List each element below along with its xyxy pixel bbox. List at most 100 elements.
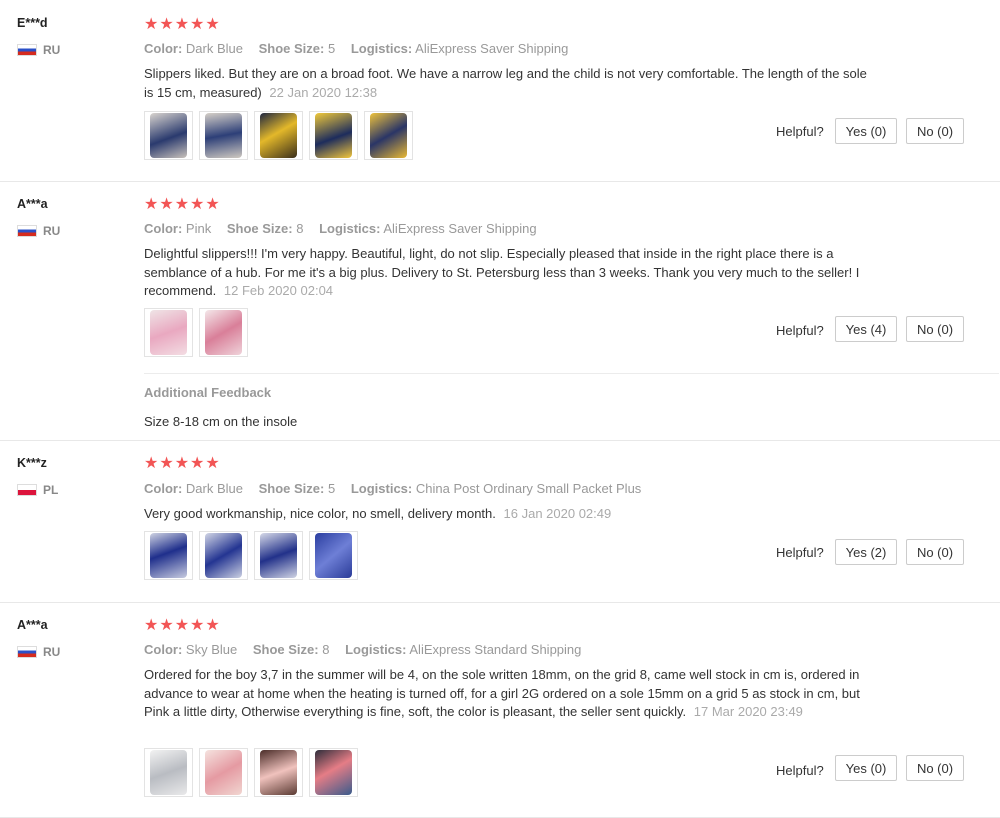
flag-ru-icon [17,225,37,237]
order-attributes: Color: Dark Blue Shoe Size: 5 Logistics:… [144,481,641,496]
star-icon: ★ [159,455,174,472]
review-photo[interactable] [199,308,248,357]
star-icon: ★ [205,16,220,33]
logistics-value: AliExpress Saver Shipping [415,41,569,56]
review-photos [144,748,358,797]
review-item: K***z PL ★ ★ ★ ★ ★ Color: Dark Blue Shoe… [0,441,1000,603]
color-value: Sky Blue [185,642,238,657]
order-attributes: Color: Pink Shoe Size: 8 Logistics: AliE… [144,221,537,236]
review-body: Very good workmanship, nice color, no sm… [144,506,496,521]
shoe-size-label: Shoe Size: [258,41,325,56]
review-photos [144,531,358,580]
logistics-label: Logistics: [345,642,407,657]
helpful-label: Helpful? [776,763,824,778]
review-photo[interactable] [309,748,358,797]
color-value: Dark Blue [185,481,243,496]
helpful-label: Helpful? [776,545,824,560]
star-rating: ★ ★ ★ ★ ★ [144,618,220,634]
review-date: 12 Feb 2020 02:04 [223,283,334,298]
helpful-yes-button[interactable]: Yes (0) [835,755,897,781]
review-photo[interactable] [144,111,193,160]
review-photo[interactable] [199,748,248,797]
color-value: Pink [185,221,212,236]
star-icon: ★ [144,617,159,634]
helpful-yes-button[interactable]: Yes (2) [835,539,897,565]
star-icon: ★ [159,196,174,213]
star-icon: ★ [174,455,190,472]
flag-ru-icon [17,44,37,56]
star-icon: ★ [174,16,190,33]
review-photo[interactable] [254,748,303,797]
logistics-value: AliExpress Standard Shipping [409,642,582,657]
reviewer-country: RU [17,43,60,57]
review-photo[interactable] [254,531,303,580]
reviewer-name: E***d [17,16,48,30]
shoe-size-label: Shoe Size: [258,481,325,496]
review-photo[interactable] [144,531,193,580]
reviewer-name: A***a [17,197,48,211]
helpful-no-button[interactable]: No (0) [906,118,964,144]
shoe-size-value: 5 [327,41,336,56]
review-photo[interactable] [144,748,193,797]
reviewer-name: A***a [17,618,48,632]
star-icon: ★ [174,617,190,634]
shoe-size-label: Shoe Size: [252,642,319,657]
helpful-yes-button[interactable]: Yes (0) [835,118,897,144]
star-icon: ★ [144,196,159,213]
star-rating: ★ ★ ★ ★ ★ [144,197,220,213]
star-icon: ★ [190,196,205,213]
star-icon: ★ [144,455,159,472]
order-attributes: Color: Sky Blue Shoe Size: 8 Logistics: … [144,642,581,657]
logistics-label: Logistics: [319,221,381,236]
review-text: Delightful slippers!!! I'm very happy. B… [144,245,869,301]
review-date: 17 Mar 2020 23:49 [693,704,803,719]
reviewer-country: PL [17,483,58,497]
review-body: Slippers liked. But they are on a broad … [144,66,867,100]
helpful-no-button[interactable]: No (0) [906,539,964,565]
review-date: 16 Jan 2020 02:49 [503,506,612,521]
star-rating: ★ ★ ★ ★ ★ [144,17,220,33]
shoe-size-value: 8 [296,221,304,236]
star-icon: ★ [144,16,159,33]
logistics-label: Logistics: [350,41,413,56]
review-photo[interactable] [309,531,358,580]
additional-feedback-text: Size 8-18 cm on the insole [144,414,298,429]
star-icon: ★ [205,617,220,634]
flag-ru-icon [17,646,37,658]
helpful-yes-button[interactable]: Yes (4) [835,316,897,342]
color-label: Color: [144,41,183,56]
star-icon: ★ [205,196,220,213]
star-icon: ★ [159,617,174,634]
helpful-label: Helpful? [776,124,824,139]
helpful-no-button[interactable]: No (0) [906,755,964,781]
review-date: 22 Jan 2020 12:38 [269,84,378,100]
review-photo[interactable] [199,111,248,160]
country-code: RU [43,645,61,659]
country-code: PL [43,483,59,497]
country-code: RU [43,43,61,57]
reviewer-country: RU [17,224,60,238]
review-item: E***d RU ★ ★ ★ ★ ★ Color: Dark Blue Shoe… [0,0,1000,182]
helpful-label: Helpful? [776,323,824,338]
star-icon: ★ [190,455,205,472]
color-label: Color: [144,221,183,236]
review-item: A***a RU ★ ★ ★ ★ ★ Color: Pink Shoe Size… [0,182,1000,441]
review-photo[interactable] [364,111,413,160]
helpful-no-button[interactable]: No (0) [906,316,964,342]
review-text: Slippers liked. But they are on a broad … [144,65,869,102]
logistics-value: China Post Ordinary Small Packet Plus [415,481,642,496]
review-text: Ordered for the boy 3,7 in the summer wi… [144,666,869,722]
review-photo[interactable] [309,111,358,160]
review-photo[interactable] [199,531,248,580]
country-code: RU [43,224,61,238]
star-rating: ★ ★ ★ ★ ★ [144,456,220,472]
color-value: Dark Blue [185,41,243,56]
star-icon: ★ [159,16,174,33]
review-photos [144,308,248,357]
review-photo[interactable] [144,308,193,357]
review-photo[interactable] [254,111,303,160]
review-photos [144,111,413,160]
additional-feedback-title: Additional Feedback [144,385,272,400]
logistics-label: Logistics: [350,481,413,496]
shoe-size-value: 5 [327,481,336,496]
